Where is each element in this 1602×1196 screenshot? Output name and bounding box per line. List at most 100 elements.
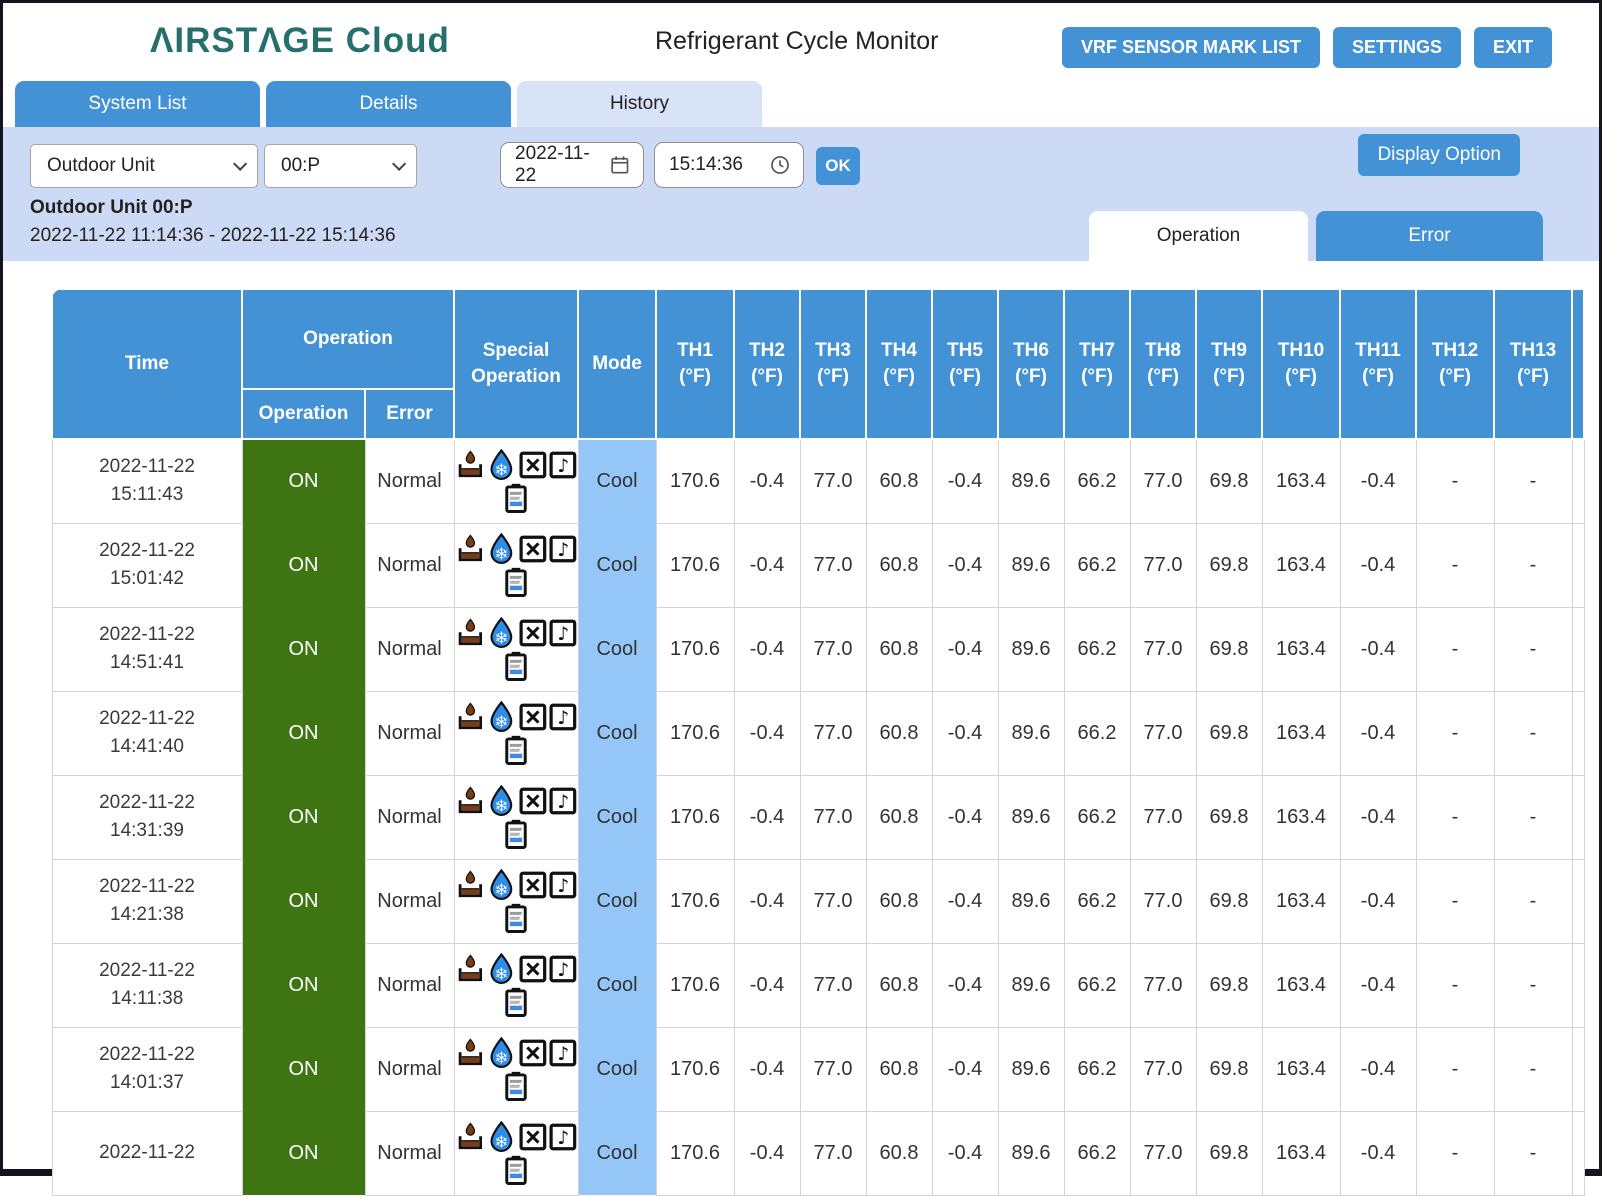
special-operation-icons: ❄ ♪ xyxy=(455,953,578,986)
exit-button[interactable]: EXIT xyxy=(1474,27,1552,68)
x-mark-box-icon xyxy=(518,450,548,480)
ok-button[interactable]: OK xyxy=(816,147,860,185)
th3-value-cell: 77.0 xyxy=(800,691,866,775)
th2-value-cell: -0.4 xyxy=(734,1027,800,1111)
th12-value-cell: - xyxy=(1416,859,1494,943)
th9-value-cell: 69.8 xyxy=(1196,523,1262,607)
th4-value-cell: 60.8 xyxy=(866,607,932,691)
th10-value-cell: 163.4 xyxy=(1262,1111,1340,1195)
th12-value-cell: - xyxy=(1416,523,1494,607)
time-cell: 2022-11-2214:11:38 xyxy=(52,943,242,1027)
special-operation-icons: ❄ ♪ xyxy=(455,869,578,902)
settings-button[interactable]: SETTINGS xyxy=(1333,27,1461,68)
th10-value-cell: 163.4 xyxy=(1262,1027,1340,1111)
row-end-spacer-cell xyxy=(1572,439,1584,523)
svg-text:♪: ♪ xyxy=(557,1128,569,1149)
error-status-cell: Normal xyxy=(365,439,454,523)
capacity-gauge-icon xyxy=(501,1154,531,1186)
defrost-icon: ❄ xyxy=(485,617,518,650)
special-operation-cell: ❄ ♪ xyxy=(454,439,578,523)
tab-error-view[interactable]: Error xyxy=(1316,211,1543,261)
th11-value-cell: -0.4 xyxy=(1340,859,1416,943)
tab-history[interactable]: History xyxy=(517,81,762,127)
th5-value-cell: -0.4 xyxy=(932,1027,998,1111)
column-header-mode: Mode xyxy=(578,289,656,439)
svg-text:♪: ♪ xyxy=(557,960,569,981)
th8-value-cell: 77.0 xyxy=(1130,1027,1196,1111)
date-value: 2022-11-22 xyxy=(515,143,609,187)
music-note-box-icon: ♪ xyxy=(548,954,578,984)
column-header-th2: TH2(°F) xyxy=(734,289,800,439)
defrost-icon: ❄ xyxy=(485,1037,518,1070)
time-cell: 2022-11-2215:01:42 xyxy=(52,523,242,607)
tab-system-list[interactable]: System List xyxy=(15,81,260,127)
column-header-time: Time xyxy=(52,289,242,439)
th10-value-cell: 163.4 xyxy=(1262,943,1340,1027)
row-end-spacer-cell xyxy=(1572,1027,1584,1111)
capacity-gauge-icon xyxy=(501,566,531,598)
capacity-gauge-icon xyxy=(501,650,531,682)
special-operation-icons xyxy=(455,986,578,1018)
unit-id-selected-value: 00:P xyxy=(281,155,320,177)
history-table-container: Time Operation Special Operation Mode TH… xyxy=(51,288,1587,1196)
special-operation-cell: ❄ ♪ xyxy=(454,1111,578,1195)
th7-value-cell: 66.2 xyxy=(1064,607,1130,691)
error-status-cell: Normal xyxy=(365,859,454,943)
special-operation-icons xyxy=(455,566,578,598)
table-row: 2022-11-2214:11:38ONNormal ❄ ♪ Cool xyxy=(52,943,1584,1027)
special-operation-cell: ❄ ♪ xyxy=(454,775,578,859)
display-option-button[interactable]: Display Option xyxy=(1358,134,1520,176)
th1-value-cell: 170.6 xyxy=(656,607,734,691)
th5-value-cell: -0.4 xyxy=(932,859,998,943)
tab-details[interactable]: Details xyxy=(266,81,511,127)
time-input[interactable]: 15:14:36 xyxy=(654,142,804,188)
th2-value-cell: -0.4 xyxy=(734,775,800,859)
airstage-cloud-logo: ΛIRSTΛGE Cloud xyxy=(150,21,450,61)
mode-cell: Cool xyxy=(578,1111,656,1195)
page-title: Refrigerant Cycle Monitor xyxy=(655,27,938,56)
th11-value-cell: -0.4 xyxy=(1340,691,1416,775)
svg-text:❄: ❄ xyxy=(495,796,509,815)
th6-value-cell: 89.6 xyxy=(998,607,1064,691)
capacity-gauge-icon xyxy=(501,818,531,850)
operation-status-cell: ON xyxy=(242,1111,365,1195)
th5-value-cell: -0.4 xyxy=(932,691,998,775)
column-header-special-operation: Special Operation xyxy=(454,289,578,439)
column-header-th4: TH4(°F) xyxy=(866,289,932,439)
th9-value-cell: 69.8 xyxy=(1196,859,1262,943)
th1-value-cell: 170.6 xyxy=(656,775,734,859)
x-mark-box-icon xyxy=(518,702,548,732)
x-mark-box-icon xyxy=(518,1122,548,1152)
operation-status-cell: ON xyxy=(242,859,365,943)
svg-text:♪: ♪ xyxy=(557,540,569,561)
table-row: 2022-11-2214:41:40ONNormal ❄ ♪ Cool xyxy=(52,691,1584,775)
th10-value-cell: 163.4 xyxy=(1262,691,1340,775)
unit-id-select[interactable]: 00:P xyxy=(264,144,417,188)
tab-operation-view[interactable]: Operation xyxy=(1089,211,1308,261)
special-operation-cell: ❄ ♪ xyxy=(454,943,578,1027)
operation-status-cell: ON xyxy=(242,1027,365,1111)
th7-value-cell: 66.2 xyxy=(1064,775,1130,859)
oil-recovery-icon xyxy=(455,1038,486,1069)
date-input[interactable]: 2022-11-22 xyxy=(500,142,644,188)
history-table-body: 2022-11-2215:11:43ONNormal ❄ ♪ Cool xyxy=(52,439,1584,1195)
capacity-gauge-icon xyxy=(501,734,531,766)
selected-unit-label: Outdoor Unit 00:P xyxy=(30,197,193,219)
row-end-spacer-cell xyxy=(1572,691,1584,775)
th5-value-cell: -0.4 xyxy=(932,775,998,859)
capacity-gauge-icon xyxy=(501,482,531,514)
vrf-sensor-mark-list-button[interactable]: VRF SENSOR MARK LIST xyxy=(1062,27,1320,68)
operation-status-cell: ON xyxy=(242,775,365,859)
th5-value-cell: -0.4 xyxy=(932,607,998,691)
svg-text:♪: ♪ xyxy=(557,792,569,813)
th10-value-cell: 163.4 xyxy=(1262,439,1340,523)
music-note-box-icon: ♪ xyxy=(548,786,578,816)
x-mark-box-icon xyxy=(518,1038,548,1068)
th7-value-cell: 66.2 xyxy=(1064,943,1130,1027)
chevron-down-icon xyxy=(233,157,247,171)
th3-value-cell: 77.0 xyxy=(800,859,866,943)
special-operation-icons: ❄ ♪ xyxy=(455,1121,578,1154)
unit-type-select[interactable]: Outdoor Unit xyxy=(30,144,258,188)
th6-value-cell: 89.6 xyxy=(998,859,1064,943)
defrost-icon: ❄ xyxy=(485,869,518,902)
